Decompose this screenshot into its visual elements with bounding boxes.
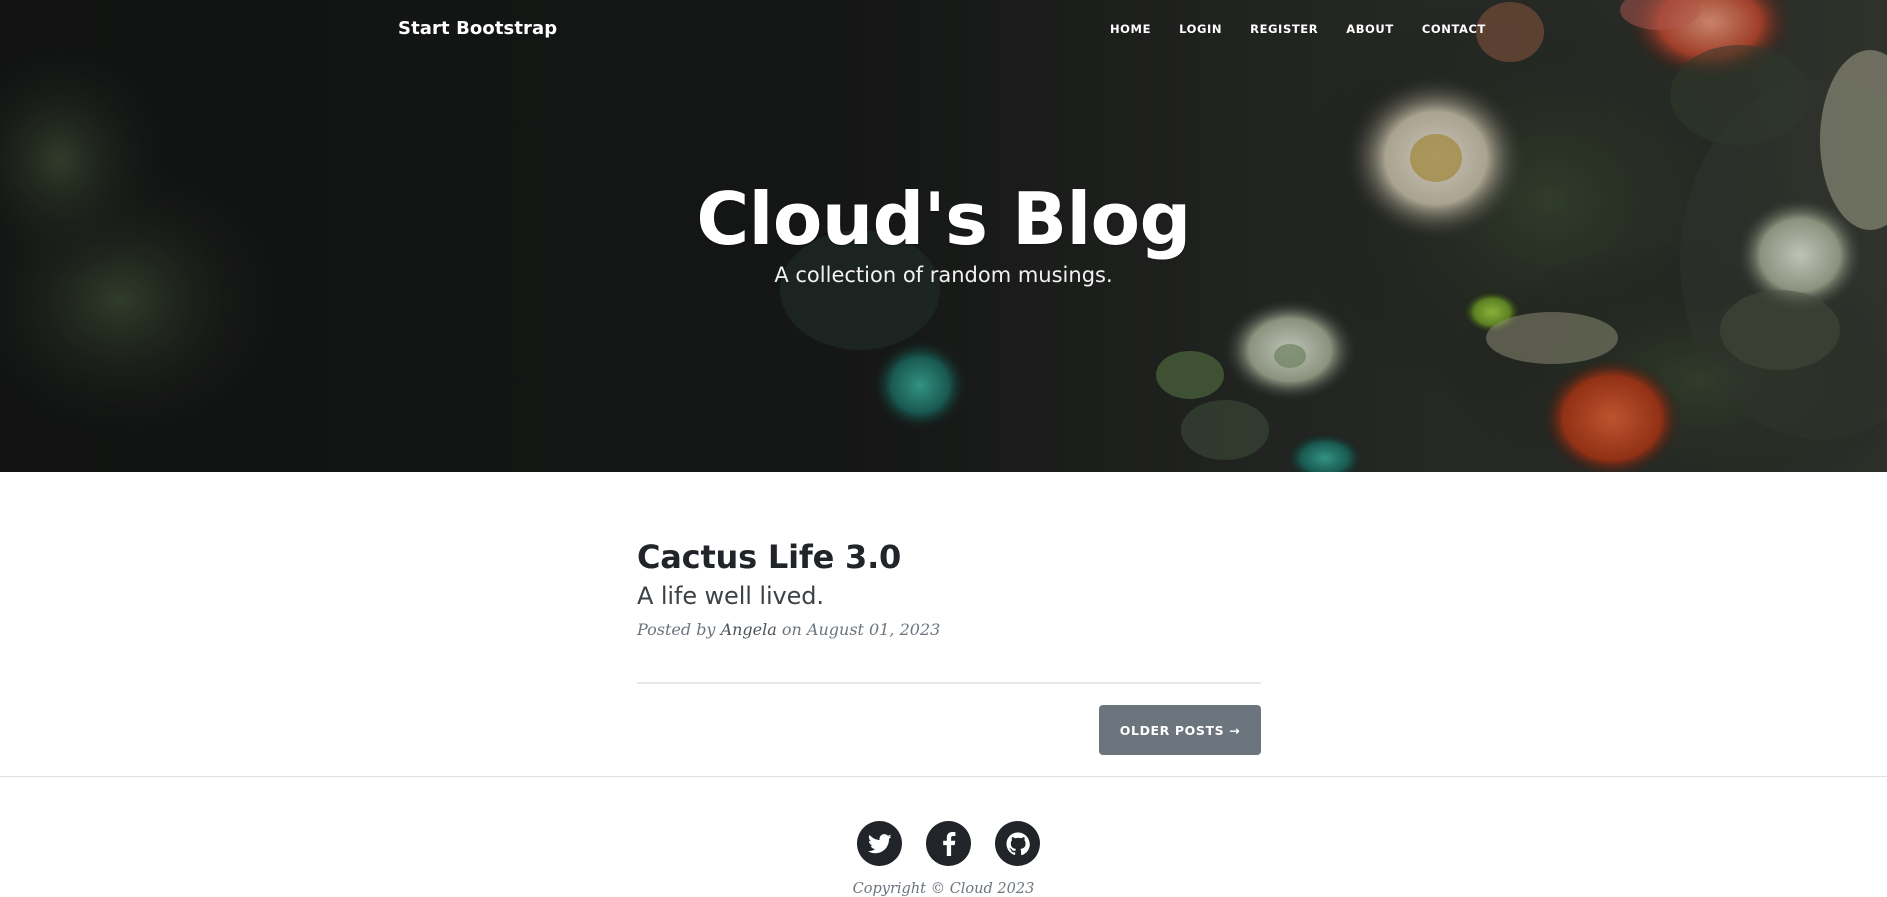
site-heading: Cloud's Blog A collection of random musi… <box>0 175 1887 287</box>
nav-item-login: Login <box>1165 22 1236 36</box>
nav-item-home: Home <box>1096 22 1165 36</box>
post-meta: Posted by Angela on August 01, 2023 <box>637 620 1261 639</box>
github-link[interactable] <box>995 821 1040 866</box>
nav-link-home[interactable]: Home <box>1096 22 1165 36</box>
nav-item-contact: Contact <box>1408 22 1486 36</box>
twitter-icon <box>867 833 892 853</box>
nav-link-login[interactable]: Login <box>1165 22 1236 36</box>
nav-link-contact[interactable]: Contact <box>1408 22 1486 36</box>
github-icon <box>1006 832 1030 855</box>
social-item-facebook <box>926 821 971 866</box>
older-posts-button[interactable]: Older Posts → <box>1099 705 1261 755</box>
post-meta-prefix: Posted by <box>637 620 716 639</box>
nav-item-about: About <box>1332 22 1408 36</box>
social-item-github <box>995 821 1040 866</box>
footer: Copyright © Cloud 2023 <box>0 776 1887 897</box>
facebook-icon <box>942 831 955 856</box>
site-title: Cloud's Blog <box>696 177 1191 261</box>
social-links <box>857 821 1040 866</box>
post-author-link[interactable]: Angela <box>721 620 777 639</box>
twitter-link[interactable] <box>857 821 902 866</box>
nav-link-about[interactable]: About <box>1332 22 1408 36</box>
post-preview: Cactus Life 3.0 A life well lived. Poste… <box>637 538 1261 639</box>
masthead: Start Bootstrap Home Login Register Abou… <box>0 0 1887 472</box>
navbar: Start Bootstrap Home Login Register Abou… <box>0 0 1887 58</box>
nav-link-register[interactable]: Register <box>1236 22 1332 36</box>
main-content: Cactus Life 3.0 A life well lived. Poste… <box>0 472 1887 777</box>
post-title-link[interactable]: Cactus Life 3.0 <box>637 538 1261 576</box>
copyright-text: Copyright © Cloud 2023 <box>852 881 1035 897</box>
social-item-twitter <box>857 821 902 866</box>
site-subtitle: A collection of random musings. <box>774 263 1113 287</box>
nav-links: Home Login Register About Contact <box>1096 22 1486 36</box>
nav-item-register: Register <box>1236 22 1332 36</box>
post-meta-on: on <box>781 620 802 639</box>
post-divider <box>637 682 1261 684</box>
post-subtitle: A life well lived. <box>637 582 824 610</box>
facebook-link[interactable] <box>926 821 971 866</box>
brand-link[interactable]: Start Bootstrap <box>398 18 557 39</box>
post-date: August 01, 2023 <box>806 620 941 639</box>
